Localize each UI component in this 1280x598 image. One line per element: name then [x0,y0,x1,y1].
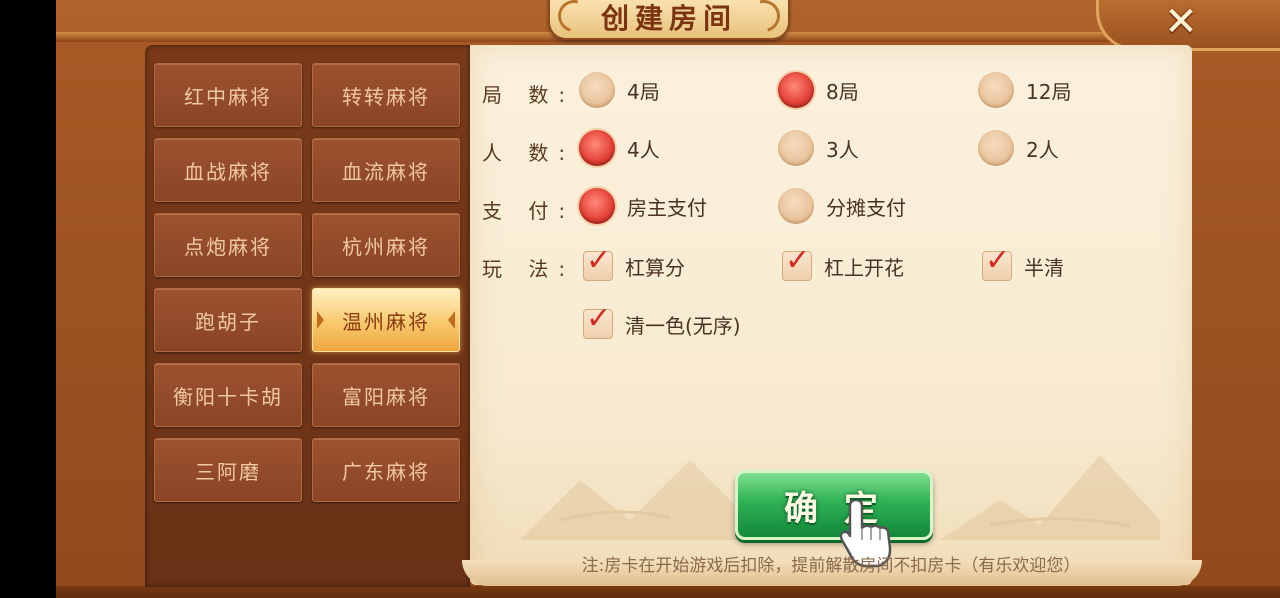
rule-option-half-clear[interactable]: ✓ 半清 [982,246,1064,281]
option-label: 8局 [826,79,859,104]
rounds-option-12[interactable]: 12局 [978,72,1071,108]
title-plaque: 创建房间 [548,0,790,40]
game-type-button[interactable]: 血战麻将 [154,138,302,202]
radio-button[interactable] [778,188,814,224]
rules-label: 玩 法: [482,257,576,281]
game-type-button[interactable]: 温州麻将 [312,288,460,352]
close-button[interactable]: ✕ [1158,0,1204,45]
curl-ornament-icon [552,0,596,38]
payment-label: 支 付: [482,199,576,223]
curl-ornament-icon [742,0,786,38]
radio-button-selected[interactable] [579,188,615,224]
checkmark-icon: ✓ [985,243,1011,278]
rounds-option-8[interactable]: 8局 [778,72,859,108]
option-label: 3人 [826,137,859,162]
game-type-button[interactable]: 跑胡子 [154,288,302,352]
rule-option-pure-suit[interactable]: ✓ 清一色(无序) [583,304,741,339]
radio-button[interactable] [978,130,1014,166]
option-label: 12局 [1026,79,1072,104]
option-label: 房主支付 [627,195,707,220]
radio-button-selected[interactable] [579,130,615,166]
payment-option-host[interactable]: 房主支付 [579,188,707,224]
option-label: 杠上开花 [824,255,904,280]
game-type-button[interactable]: 血流麻将 [312,138,460,202]
footer-note: 注:房卡在开始游戏后扣除，提前解散房间不扣房卡（有乐欢迎您） [581,556,1081,576]
checkbox[interactable]: ✓ [982,246,1012,281]
checkbox[interactable]: ✓ [583,246,613,281]
radio-button-selected[interactable] [778,72,814,108]
players-option-2[interactable]: 2人 [978,130,1059,166]
option-label: 半清 [1024,255,1064,280]
game-type-button[interactable]: 杭州麻将 [312,213,460,277]
rule-option-gang-flower[interactable]: ✓ 杠上开花 [782,246,904,281]
option-label: 杠算分 [625,255,685,280]
close-icon: ✕ [1164,0,1198,45]
rounds-option-4[interactable]: 4局 [579,72,660,108]
checkbox[interactable]: ✓ [583,304,613,339]
players-option-3[interactable]: 3人 [778,130,859,166]
checkmark-icon: ✓ [586,301,612,336]
payment-option-split[interactable]: 分摊支付 [778,188,906,224]
option-label: 4局 [627,79,660,104]
checkbox[interactable]: ✓ [782,246,812,281]
bottom-rail [56,586,1280,598]
rule-option-gang-score[interactable]: ✓ 杠算分 [583,246,685,281]
checkmark-icon: ✓ [586,243,612,278]
confirm-button[interactable]: 确定 [735,470,933,540]
checkmark-icon: ✓ [785,243,811,278]
game-type-button[interactable]: 转转麻将 [312,63,460,127]
game-type-button[interactable]: 广东麻将 [312,438,460,502]
dialog-title: 创建房间 [600,2,737,35]
option-label: 4人 [627,137,660,162]
rounds-label: 局 数: [482,83,576,107]
option-label: 分摊支付 [826,195,906,220]
radio-button[interactable] [978,72,1014,108]
game-type-button[interactable]: 衡阳十卡胡 [154,363,302,427]
radio-button[interactable] [778,130,814,166]
game-type-button[interactable]: 三阿磨 [154,438,302,502]
option-label: 清一色(无序) [625,313,741,338]
game-type-button[interactable]: 点炮麻将 [154,213,302,277]
radio-button[interactable] [579,72,615,108]
option-label: 2人 [1026,137,1059,162]
players-label: 人 数: [482,141,576,165]
players-option-4[interactable]: 4人 [579,130,660,166]
game-type-button[interactable]: 红中麻将 [154,63,302,127]
game-type-button[interactable]: 富阳麻将 [312,363,460,427]
